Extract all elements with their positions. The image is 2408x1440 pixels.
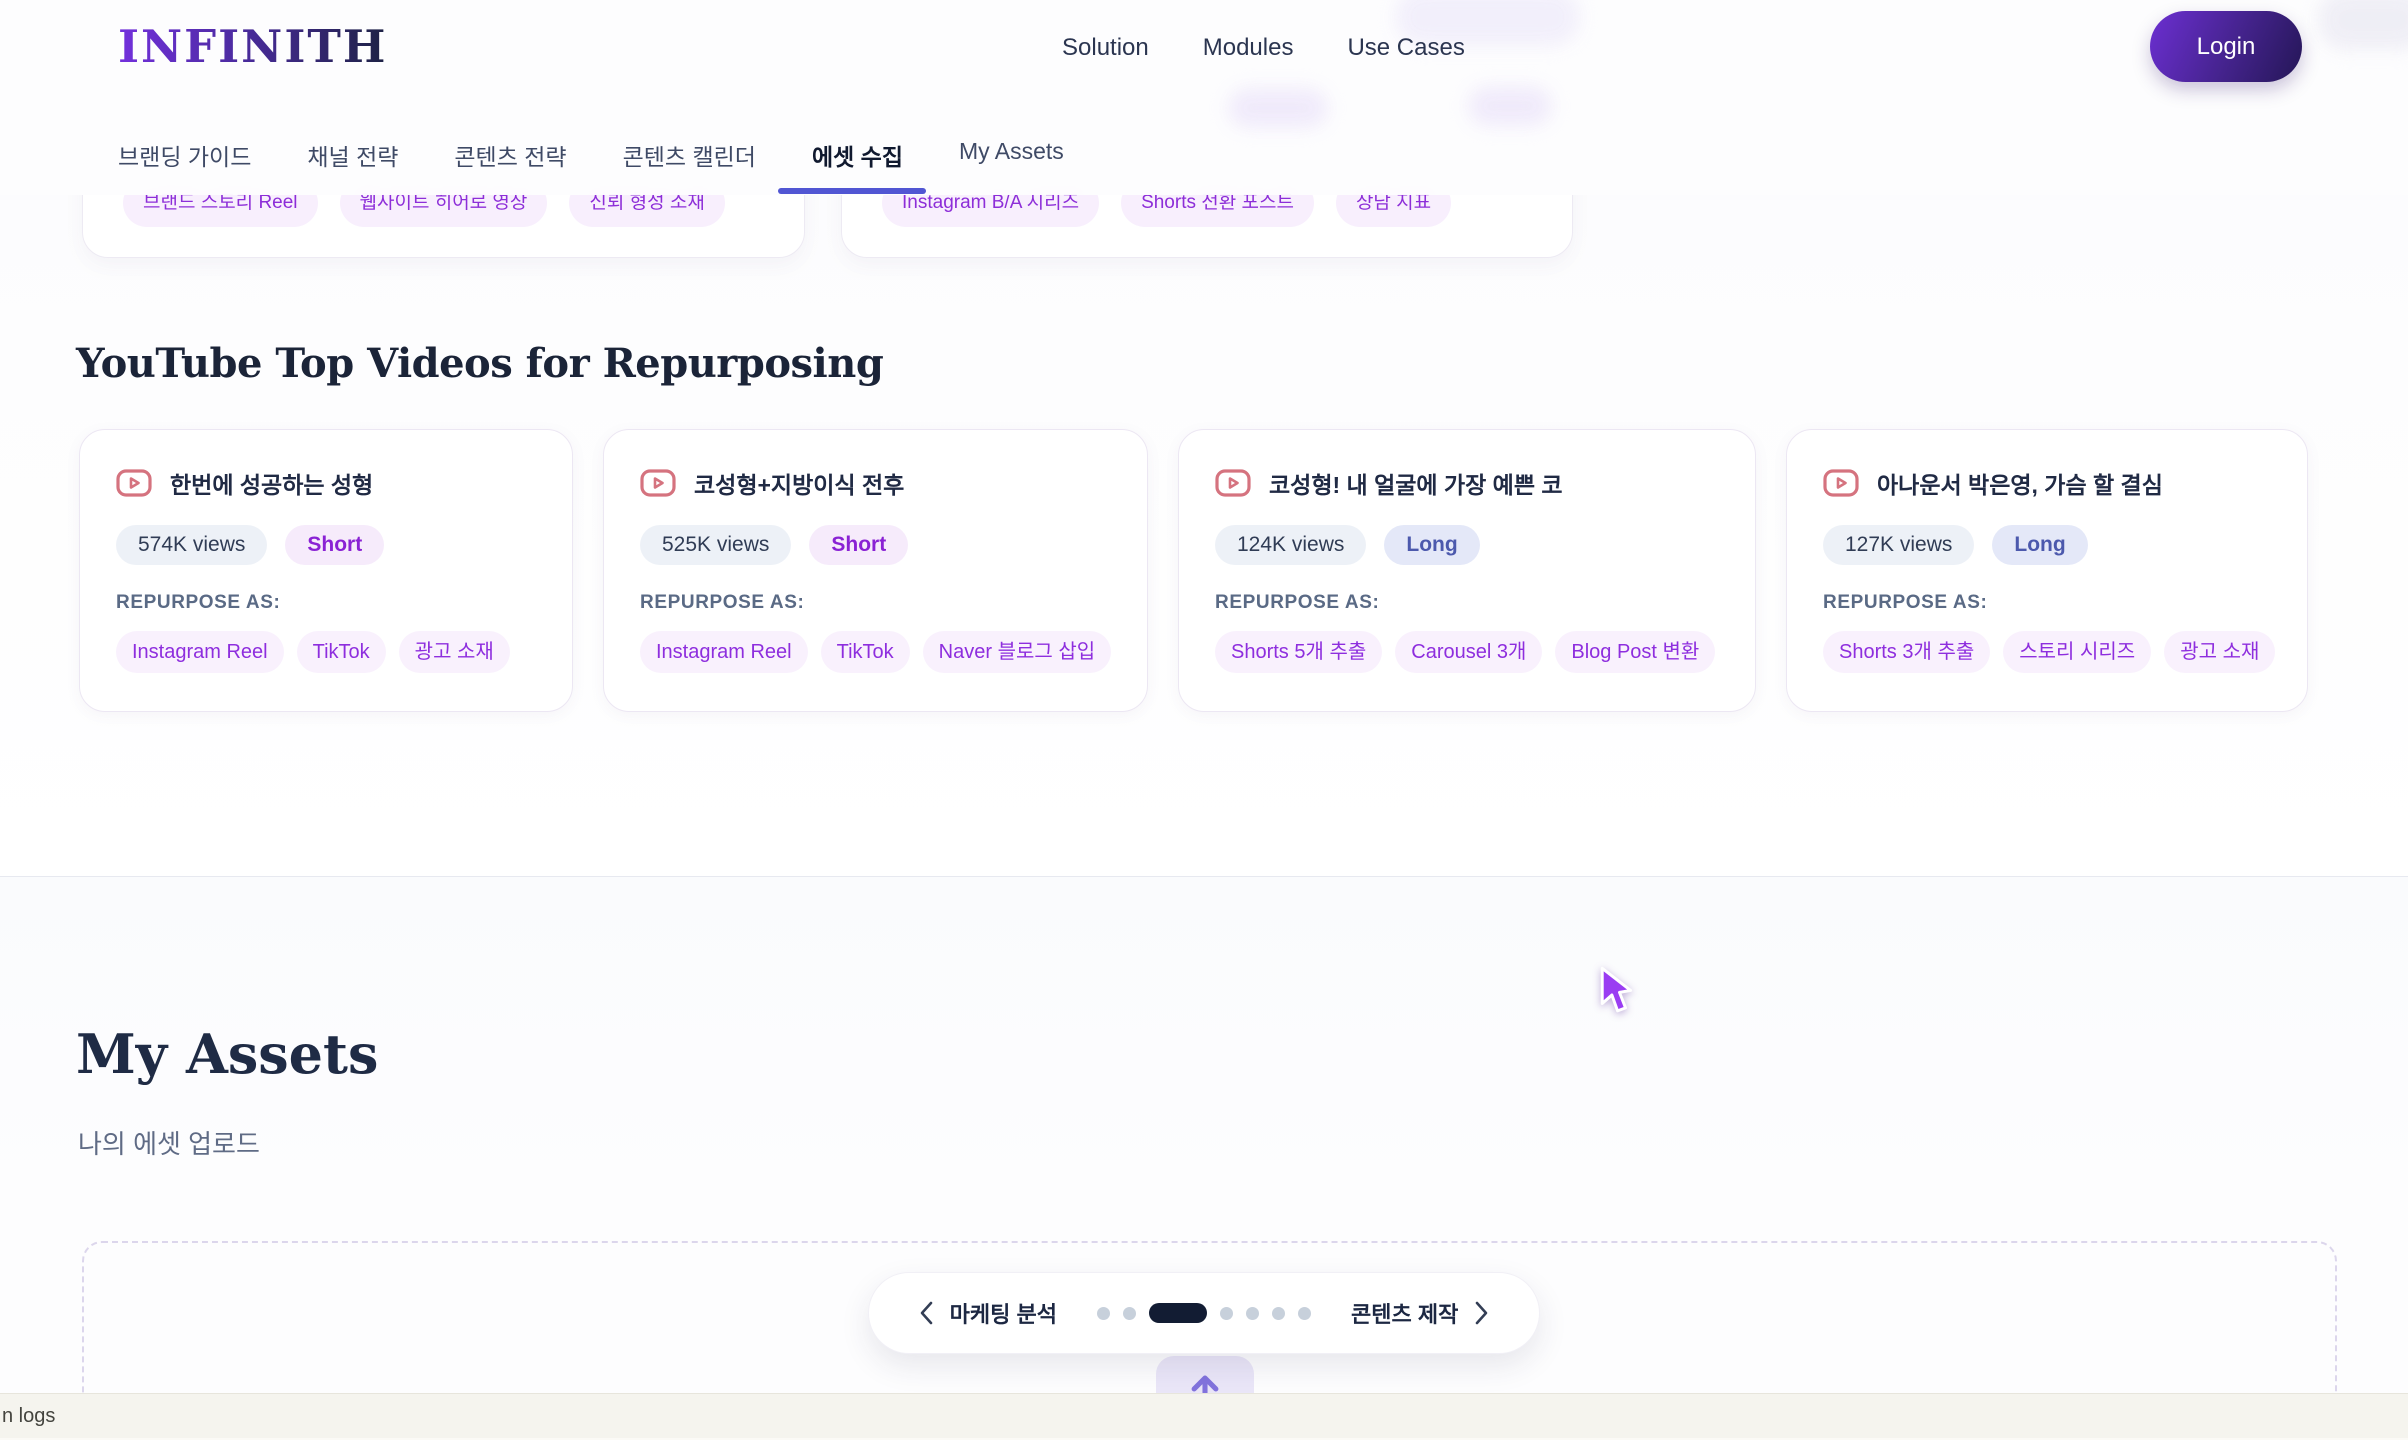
page: 브랜드 스토리 Reel웹사이트 히어로 영상신뢰 형성 소재 Instagra… [0, 0, 2408, 1440]
repurpose-tags: Shorts 5개 추출 Carousel 3개 Blog Post 변환 [1215, 631, 1719, 673]
tab-4[interactable]: 콘텐츠 캘린더 [623, 138, 756, 172]
repurpose-tags: Instagram Reel TikTok Naver 블로그 삽입 [640, 631, 1111, 673]
carousel-dot[interactable] [1123, 1307, 1136, 1320]
format-badge: Short [285, 525, 384, 565]
blurred-content-ghost [2318, 0, 2408, 50]
video-card[interactable]: 코성형+지방이식 전후 525K views Short REPURPOSE A… [603, 429, 1148, 712]
videos-section-title: YouTube Top Videos for Repurposing [76, 340, 883, 387]
login-button[interactable]: Login [2150, 11, 2302, 82]
tab-6[interactable]: My Assets [959, 138, 1064, 172]
repurpose-tag-chip: Carousel 3개 [1395, 631, 1542, 673]
video-title: 한번에 성공하는 성형 [170, 466, 373, 500]
video-card-list: 한번에 성공하는 성형 574K views Short REPURPOSE A… [79, 429, 2308, 712]
module-carousel: 마케팅 분석 콘텐츠 제작 [868, 1272, 1540, 1354]
youtube-icon [1215, 469, 1251, 497]
carousel-dot-active[interactable] [1149, 1303, 1207, 1323]
nav-item[interactable]: Use Cases [1347, 34, 1464, 62]
video-card[interactable]: 한번에 성공하는 성형 574K views Short REPURPOSE A… [79, 429, 573, 712]
carousel-next-label[interactable]: 콘텐츠 제작 [1351, 1297, 1458, 1329]
site-header: INFINITH SolutionModulesUse Cases Login … [0, 0, 2408, 195]
youtube-icon [640, 469, 676, 497]
tab-2[interactable]: 채널 전략 [307, 138, 398, 172]
tab-5[interactable]: 에셋 수집 [812, 138, 903, 172]
tab-1[interactable]: 브랜딩 가이드 [118, 138, 251, 172]
repurpose-tag-chip: Instagram Reel [116, 631, 284, 673]
nav-item[interactable]: Modules [1203, 34, 1294, 62]
repurpose-tags: Shorts 3개 추출스토리 시리즈광고 소재 [1823, 631, 2271, 673]
carousel-dot[interactable] [1298, 1307, 1311, 1320]
carousel-dot[interactable] [1272, 1307, 1285, 1320]
carousel-dot[interactable] [1246, 1307, 1259, 1320]
chevron-left-icon[interactable] [906, 1293, 946, 1333]
video-card[interactable]: 코성형! 내 얼굴에 가장 예쁜 코 124K views Long REPUR… [1178, 429, 1756, 712]
carousel-prev-label[interactable]: 마케팅 분석 [950, 1297, 1057, 1329]
repurpose-label: REPURPOSE AS: [1215, 592, 1719, 614]
mouse-cursor [1598, 966, 1636, 1021]
active-tab-underline [778, 188, 926, 194]
video-title: 코성형+지방이식 전후 [694, 466, 904, 500]
nav-item[interactable]: Solution [1062, 34, 1149, 62]
repurpose-tags: Instagram Reel TikTok 광고 소재 [116, 631, 536, 673]
video-title: 코성형! 내 얼굴에 가장 예쁜 코 [1269, 466, 1563, 500]
brand-logo[interactable]: INFINITH [118, 20, 387, 73]
views-badge: 525K views [640, 525, 791, 565]
views-badge: 127K views [1823, 525, 1974, 565]
repurpose-tag-chip: 광고 소재 [399, 631, 510, 673]
repurpose-tag-chip: TikTok [297, 631, 386, 673]
format-badge: Long [1992, 525, 2087, 565]
repurpose-label: REPURPOSE AS: [1823, 592, 2271, 614]
repurpose-tag-chip: Shorts 5개 추출 [1215, 631, 1382, 673]
carousel-dots [1097, 1303, 1311, 1323]
assets-section-subtitle: 나의 에셋 업로드 [78, 1124, 260, 1161]
views-badge: 574K views [116, 525, 267, 565]
carousel-dot[interactable] [1097, 1307, 1110, 1320]
repurpose-tag-chip: Naver 블로그 삽입 [923, 631, 1111, 673]
section-divider [0, 876, 2408, 877]
video-card[interactable]: 아나운서 박은영, 가슴 할 결심 127K views Long REPURP… [1786, 429, 2308, 712]
repurpose-tag-chip: TikTok [821, 631, 910, 673]
views-badge: 124K views [1215, 525, 1366, 565]
tab-bar: 브랜딩 가이드 채널 전략 콘텐츠 전략 콘텐츠 캘린더 에셋 수집 My Assets [118, 138, 1064, 172]
format-badge: Long [1384, 525, 1479, 565]
repurpose-tag-chip: Blog Post 변환 [1555, 631, 1715, 673]
repurpose-tag-chip: Instagram Reel [640, 631, 808, 673]
chevron-right-icon[interactable] [1462, 1293, 1502, 1333]
repurpose-tag-chip: 광고 소재 [2164, 631, 2275, 673]
blurred-content-ghost [1228, 88, 1328, 128]
status-bar-text: n logs [2, 1405, 55, 1428]
repurpose-tag-chip: 스토리 시리즈 [2003, 631, 2151, 673]
format-badge: Short [809, 525, 908, 565]
repurpose-label: REPURPOSE AS: [116, 592, 536, 614]
tab-3[interactable]: 콘텐츠 전략 [454, 138, 566, 172]
carousel-dot[interactable] [1220, 1307, 1233, 1320]
repurpose-label: REPURPOSE AS: [640, 592, 1111, 614]
youtube-icon [1823, 469, 1859, 497]
assets-section-title: My Assets [76, 1022, 378, 1086]
youtube-icon [116, 469, 152, 497]
repurpose-tag-chip: Shorts 3개 추출 [1823, 631, 1990, 673]
status-bar: n logs [0, 1393, 2408, 1440]
video-title: 아나운서 박은영, 가슴 할 결심 [1877, 466, 2163, 500]
main-nav: Solution Modules Use Cases [1062, 34, 1465, 62]
blurred-content-ghost [1468, 86, 1552, 126]
